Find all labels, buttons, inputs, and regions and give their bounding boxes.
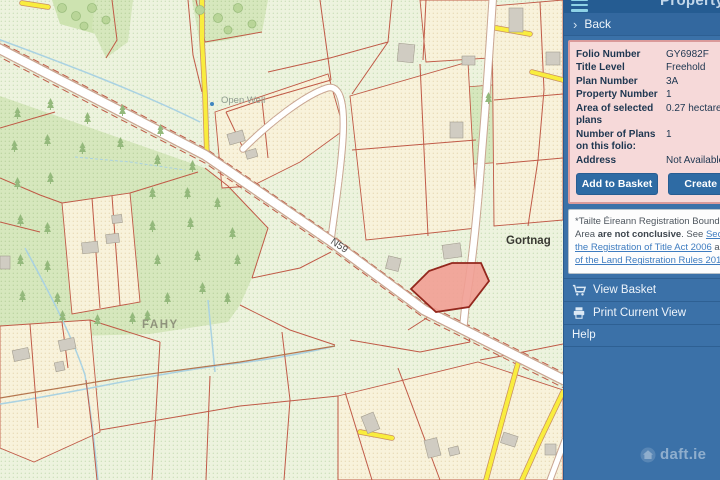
map-svg: Open Well N59 FAHY Gortnag bbox=[0, 0, 563, 480]
map-label-fahy: FAHY bbox=[142, 319, 179, 331]
field-value: 0.27 hectares. bbox=[666, 103, 720, 128]
property-sidebar: Property › Back Folio Number GY6982F Tit… bbox=[563, 0, 720, 480]
print-current-view-menu-item[interactable]: Print Current View bbox=[564, 301, 720, 324]
printer-icon bbox=[572, 306, 586, 320]
folio-field-row: Property Number 1 bbox=[576, 89, 720, 103]
folio-field-row: Plan Number 3A bbox=[576, 75, 720, 89]
field-label: Folio Number bbox=[576, 49, 666, 62]
daft-logo-text: daft.ie bbox=[660, 446, 706, 463]
map-label-open-well: Open Well bbox=[221, 95, 265, 106]
chevron-right-icon: › bbox=[573, 18, 577, 31]
field-label: Title Level bbox=[576, 62, 666, 75]
back-label: Back bbox=[584, 17, 611, 31]
disclaimer-text: . See bbox=[681, 229, 706, 240]
field-label: Plan Number bbox=[576, 76, 666, 89]
map-label-gortnag: Gortnag bbox=[506, 235, 551, 247]
field-label: Area of selected plans bbox=[576, 103, 666, 128]
add-to-basket-button[interactable]: Add to Basket bbox=[576, 173, 658, 195]
create-alert-button[interactable]: Create Alert bbox=[668, 173, 720, 195]
folio-field-row: Title Level Freehold bbox=[576, 62, 720, 76]
disclaimer-bold-text: are not conclusive bbox=[598, 229, 681, 240]
menu-item-label: View Basket bbox=[593, 284, 656, 296]
app-window: Open Well N59 FAHY Gortnag Property › Ba… bbox=[0, 0, 720, 480]
basket-icon bbox=[572, 283, 586, 297]
back-button[interactable]: › Back bbox=[564, 13, 720, 36]
field-value: 1 bbox=[666, 89, 720, 102]
field-value: Freehold bbox=[666, 62, 720, 75]
view-basket-menu-item[interactable]: View Basket bbox=[564, 278, 720, 301]
folio-field-row: Folio Number GY6982F bbox=[576, 48, 720, 62]
map-canvas[interactable]: Open Well N59 FAHY Gortnag bbox=[0, 0, 563, 480]
folio-field-row: Address Not Available bbox=[576, 154, 720, 168]
menu-item-label: Print Current View bbox=[593, 307, 686, 319]
folio-actions: Add to Basket Create Alert bbox=[576, 173, 720, 195]
folio-field-row: Number of Plans on this folio: 1 bbox=[576, 128, 720, 154]
field-label: Address bbox=[576, 155, 666, 168]
folio-details-panel: Folio Number GY6982F Title Level Freehol… bbox=[568, 40, 720, 204]
help-menu-item[interactable]: Help bbox=[564, 324, 720, 347]
field-label: Number of Plans on this folio: bbox=[576, 129, 666, 154]
field-value: 1 bbox=[666, 129, 720, 154]
folio-field-row: Area of selected plans 0.27 hectares. bbox=[576, 102, 720, 128]
hamburger-menu-icon[interactable] bbox=[571, 0, 588, 13]
well-marker-icon bbox=[210, 102, 214, 106]
menu-item-label: Help bbox=[572, 329, 596, 341]
field-value: GY6982F bbox=[666, 49, 720, 62]
daft-house-icon bbox=[640, 447, 656, 463]
sidebar-title: Property bbox=[660, 0, 720, 9]
daft-watermark: daft.ie bbox=[640, 446, 706, 463]
disclaimer-text: and bbox=[712, 242, 720, 253]
boundaries-disclaimer: *Tailte Éireann Registration Boundaries … bbox=[568, 209, 720, 274]
field-value: Not Available bbox=[666, 155, 720, 168]
sidebar-header: Property bbox=[564, 0, 720, 13]
field-label: Property Number bbox=[576, 89, 666, 102]
field-value: 3A bbox=[666, 76, 720, 89]
sidebar-menu: View Basket Print Current View Help bbox=[564, 278, 720, 347]
